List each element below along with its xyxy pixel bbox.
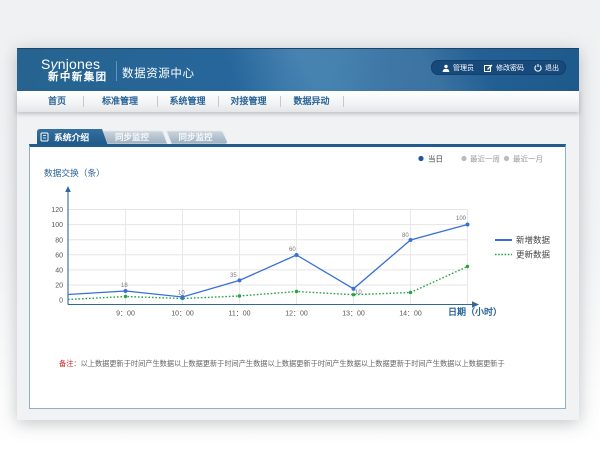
svg-text:同步监控: 同步监控 [115,132,150,142]
svg-text:当日: 当日 [428,154,443,164]
svg-text:新增数据: 新增数据 [516,235,551,245]
svg-text:最近一月: 最近一月 [513,154,543,164]
svg-text:80: 80 [55,238,63,245]
svg-text:11：00: 11：00 [228,311,250,318]
svg-text:35: 35 [230,273,237,279]
svg-text:80: 80 [402,233,409,239]
svg-text:60: 60 [55,253,63,260]
svg-text:同步监控: 同步监控 [179,132,214,142]
svg-text:系统介绍: 系统介绍 [54,132,89,143]
svg-text:10: 10 [355,290,362,296]
svg-text:数据交换（条）: 数据交换（条） [44,167,105,178]
svg-text:更新数据: 更新数据 [516,250,551,260]
svg-text:13：00: 13：00 [342,311,365,318]
svg-text:100: 100 [51,222,63,229]
svg-text:9：00: 9：00 [116,311,135,318]
svg-text:60: 60 [289,247,296,253]
svg-text:10: 10 [178,291,185,297]
svg-text:14：00: 14：00 [399,311,422,318]
svg-text:最近一周: 最近一周 [470,154,500,164]
svg-text:18: 18 [121,283,128,289]
svg-text:10：00: 10：00 [171,311,194,318]
svg-text:100: 100 [456,216,467,222]
svg-text:20: 20 [55,283,63,290]
svg-text:日期（小时）: 日期（小时） [448,306,502,317]
svg-text:40: 40 [55,268,63,275]
svg-text:12：00: 12：00 [285,311,308,318]
svg-text:0: 0 [59,298,63,305]
svg-text:120: 120 [51,207,63,214]
